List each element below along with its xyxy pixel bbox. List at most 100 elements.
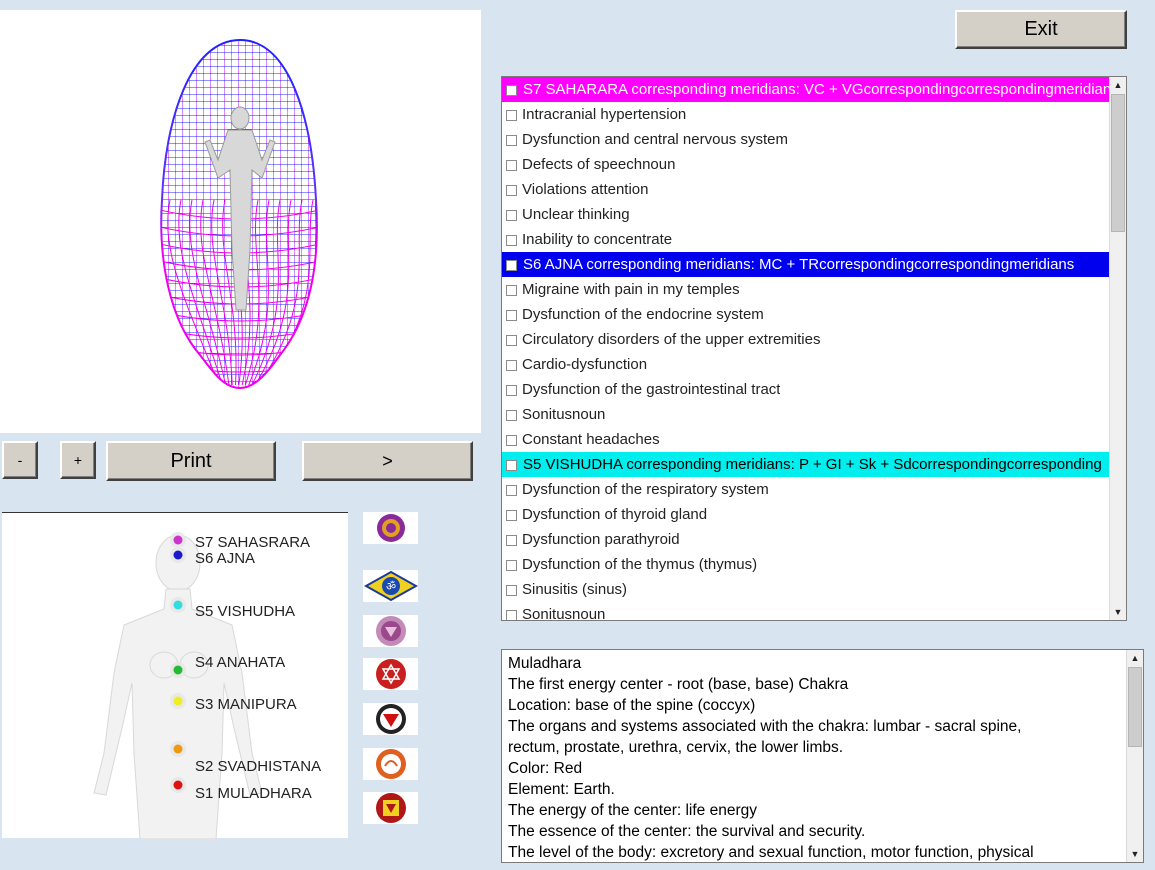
chakra-info-textbox[interactable]: Muladhara The first energy center - root … xyxy=(501,649,1144,863)
chakra-point[interactable] xyxy=(173,696,183,706)
chakra-label[interactable]: S5 VISHUDHA xyxy=(195,603,295,620)
symptom-item[interactable]: Dysfunction of the thymus (thymus) xyxy=(502,552,1109,577)
symptom-item[interactable]: Dysfunction parathyroid xyxy=(502,527,1109,552)
chakra-point[interactable] xyxy=(173,780,183,790)
symptom-label: Circulatory disorders of the upper extre… xyxy=(522,331,821,348)
symptom-label: Intracranial hypertension xyxy=(522,106,687,123)
zoom-out-button[interactable]: - xyxy=(2,441,38,479)
chakra-point[interactable] xyxy=(173,535,183,545)
symptom-label: Sonitusnoun xyxy=(522,406,606,423)
scroll-up-arrow-icon[interactable]: ▲ xyxy=(1110,77,1126,93)
symptom-checkbox[interactable] xyxy=(506,285,517,296)
symptom-label: Unclear thinking xyxy=(522,206,630,223)
symptom-label: Inability to concentrate xyxy=(522,231,673,248)
chakra-group-header[interactable]: S5 VISHUDHA corresponding meridians: P +… xyxy=(502,452,1109,477)
symptom-label: Dysfunction of the gastrointestinal trac… xyxy=(522,381,781,398)
symptom-item[interactable]: Sonitusnoun xyxy=(502,602,1109,620)
next-button[interactable]: > xyxy=(302,441,473,481)
symptom-label: Dysfunction parathyroid xyxy=(522,531,680,548)
symptom-checkbox[interactable] xyxy=(506,335,517,346)
info-line: The energy of the center: life energy xyxy=(508,802,758,819)
svadhistana-symbol-icon[interactable] xyxy=(363,748,418,780)
print-button[interactable]: Print xyxy=(106,441,276,481)
symptom-list-scrollbar[interactable]: ▲ ▼ xyxy=(1109,77,1126,620)
symptom-checkbox[interactable] xyxy=(506,410,517,421)
symptom-checkbox[interactable] xyxy=(506,185,517,196)
symptom-checkbox[interactable] xyxy=(506,235,517,246)
energy-field-viewer[interactable] xyxy=(0,10,481,433)
symptom-item[interactable]: Dysfunction of the endocrine system xyxy=(502,302,1109,327)
symptom-checkbox[interactable] xyxy=(506,110,517,121)
symptom-checkbox[interactable] xyxy=(506,310,517,321)
chakra-label[interactable]: S4 ANAHATA xyxy=(195,654,285,671)
symptom-item[interactable]: Violations attention xyxy=(502,177,1109,202)
zoom-in-button[interactable]: + xyxy=(60,441,96,479)
scroll-thumb[interactable] xyxy=(1111,94,1125,232)
symptom-checkbox[interactable] xyxy=(506,585,517,596)
chakra-label[interactable]: S7 SAHASRARA xyxy=(195,534,310,551)
symptom-label: S5 VISHUDHA corresponding meridians: P +… xyxy=(523,456,1102,473)
symptom-label: Cardio-dysfunction xyxy=(522,356,648,373)
manipura-symbol-icon[interactable] xyxy=(363,703,418,735)
symptom-checkbox[interactable] xyxy=(506,485,517,496)
symptom-item[interactable]: Constant headaches xyxy=(502,427,1109,452)
symptom-item[interactable]: Migraine with pain in my temples xyxy=(502,277,1109,302)
exit-button[interactable]: Exit xyxy=(955,10,1127,49)
symptom-label: Dysfunction of thyroid gland xyxy=(522,506,708,523)
symptom-checkbox[interactable] xyxy=(506,260,517,271)
symptom-item[interactable]: Unclear thinking xyxy=(502,202,1109,227)
chakra-point[interactable] xyxy=(173,600,183,610)
chakra-group-header[interactable]: S7 SAHARARA corresponding meridians: VC … xyxy=(502,77,1109,102)
symptom-checkbox[interactable] xyxy=(506,510,517,521)
symptom-checkbox[interactable] xyxy=(506,135,517,146)
chakra-point[interactable] xyxy=(173,744,183,754)
symptom-checkbox[interactable] xyxy=(506,560,517,571)
info-line: The first energy center - root (base, ba… xyxy=(508,676,849,693)
chakra-label[interactable]: S6 AJNA xyxy=(195,550,255,567)
scroll-down-arrow-icon[interactable]: ▼ xyxy=(1127,846,1143,862)
info-line: Element: Earth. xyxy=(508,781,615,798)
symptom-checkbox[interactable] xyxy=(506,460,517,471)
symptom-checkbox[interactable] xyxy=(506,85,517,96)
symptom-item[interactable]: Dysfunction of the respiratory system xyxy=(502,477,1109,502)
symptom-label: Sonitusnoun xyxy=(522,606,606,620)
symptom-checkbox[interactable] xyxy=(506,535,517,546)
symptom-item[interactable]: Sonitusnoun xyxy=(502,402,1109,427)
chakra-label[interactable]: S3 MANIPURA xyxy=(195,696,297,713)
info-line: The essence of the center: the survival … xyxy=(508,823,866,840)
symptom-checklist[interactable]: S7 SAHARARA corresponding meridians: VC … xyxy=(501,76,1127,621)
chakra-point[interactable] xyxy=(173,665,183,675)
symptom-label: Constant headaches xyxy=(522,431,660,448)
muladhara-symbol-icon[interactable] xyxy=(363,792,418,824)
symptom-item[interactable]: Intracranial hypertension xyxy=(502,102,1109,127)
sahasrara-symbol-icon[interactable] xyxy=(363,512,418,544)
symptom-checkbox[interactable] xyxy=(506,210,517,221)
ajna-symbol-icon[interactable]: ॐ xyxy=(363,570,418,602)
symptom-checkbox[interactable] xyxy=(506,610,517,620)
symptom-item[interactable]: Cardio-dysfunction xyxy=(502,352,1109,377)
symptom-label: Dysfunction of the respiratory system xyxy=(522,481,769,498)
symptom-item[interactable]: Dysfunction and central nervous system xyxy=(502,127,1109,152)
symptom-checkbox[interactable] xyxy=(506,385,517,396)
chakra-label[interactable]: S2 SVADHISTANA xyxy=(195,758,321,775)
vishudha-symbol-icon[interactable] xyxy=(363,615,418,647)
info-scrollbar[interactable]: ▲ ▼ xyxy=(1126,650,1143,862)
symptom-item[interactable]: Inability to concentrate xyxy=(502,227,1109,252)
symptom-item[interactable]: Dysfunction of thyroid gland xyxy=(502,502,1109,527)
symptom-checkbox[interactable] xyxy=(506,360,517,371)
symptom-checkbox[interactable] xyxy=(506,435,517,446)
scroll-down-arrow-icon[interactable]: ▼ xyxy=(1110,604,1126,620)
anahata-symbol-icon[interactable] xyxy=(363,658,418,690)
symptom-label: Sinusitis (sinus) xyxy=(522,581,628,598)
symptom-item[interactable]: Defects of speechnoun xyxy=(502,152,1109,177)
symptom-item[interactable]: Circulatory disorders of the upper extre… xyxy=(502,327,1109,352)
chakra-group-header[interactable]: S6 AJNA corresponding meridians: MC + TR… xyxy=(502,252,1109,277)
chakra-label[interactable]: S1 MULADHARA xyxy=(195,785,312,802)
symptom-item[interactable]: Sinusitis (sinus) xyxy=(502,577,1109,602)
scroll-up-arrow-icon[interactable]: ▲ xyxy=(1127,650,1143,666)
chakra-point[interactable] xyxy=(173,550,183,560)
scroll-thumb[interactable] xyxy=(1128,667,1142,747)
info-line: Color: Red xyxy=(508,760,583,777)
symptom-item[interactable]: Dysfunction of the gastrointestinal trac… xyxy=(502,377,1109,402)
symptom-checkbox[interactable] xyxy=(506,160,517,171)
